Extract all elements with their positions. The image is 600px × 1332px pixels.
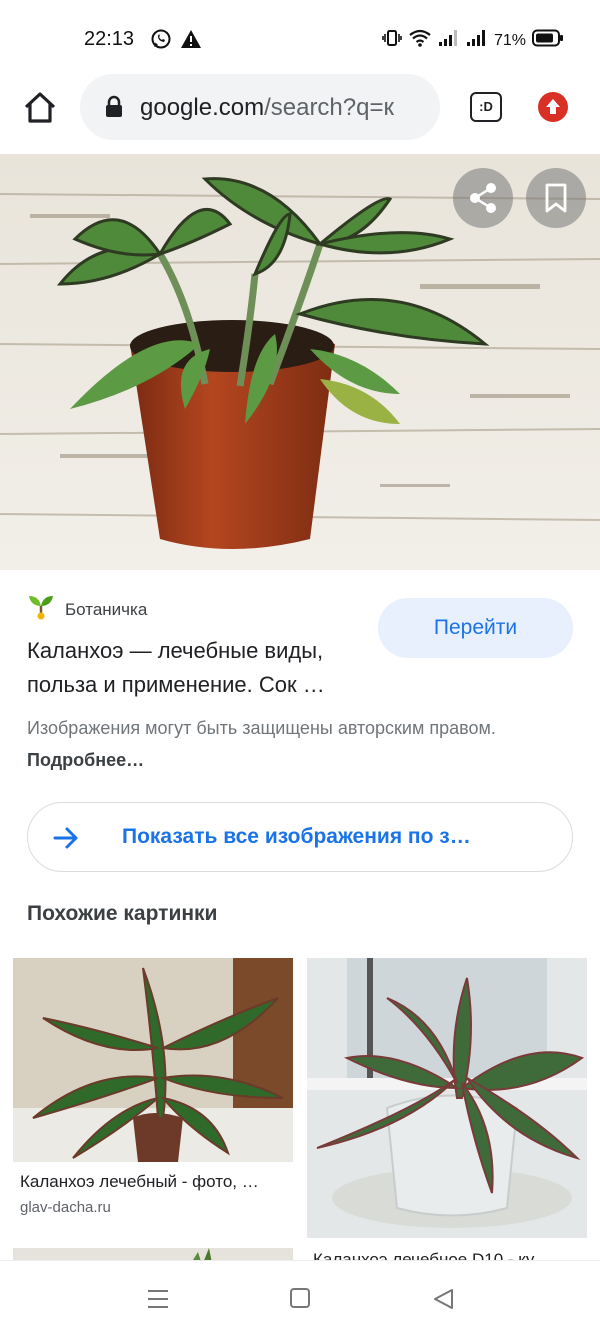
- save-button[interactable]: [526, 168, 586, 228]
- tab-switcher-button[interactable]: :D: [470, 92, 502, 122]
- copyright-text: Изображения могут быть защищены авторски…: [27, 718, 496, 738]
- status-time: 22:13: [84, 28, 135, 50]
- menu-button[interactable]: [146, 1287, 170, 1316]
- update-button[interactable]: [538, 92, 568, 122]
- home-button[interactable]: [20, 88, 60, 128]
- similar-images-heading: Похожие картинки: [27, 902, 218, 925]
- signal-icon: [438, 28, 460, 53]
- home-nav-button[interactable]: [289, 1287, 311, 1314]
- battery-percentage: 71%: [493, 31, 526, 49]
- share-button[interactable]: [453, 168, 513, 228]
- arrow-right-icon: [52, 825, 80, 856]
- show-all-images-button[interactable]: Показать все изображения по з…: [27, 802, 573, 872]
- square-icon: [290, 1288, 310, 1308]
- bookmark-icon: [545, 183, 567, 213]
- signal-icon: [466, 28, 488, 53]
- learn-more-link[interactable]: Подробнее…: [27, 750, 144, 770]
- warning-icon: [180, 28, 202, 55]
- source-row: Ботаничка: [27, 594, 147, 625]
- site-favicon: [27, 594, 55, 625]
- wifi-icon: [408, 28, 432, 53]
- browser-toolbar: google.com/search?q=к :D: [0, 70, 600, 150]
- similar-image-1[interactable]: [13, 958, 293, 1162]
- result-title[interactable]: Каланхоэ — лечебные виды, польза и приме…: [27, 634, 367, 702]
- system-icons: 71%: [382, 28, 564, 53]
- similar-image-2[interactable]: [307, 958, 587, 1238]
- vibrate-icon: [382, 28, 402, 53]
- preview-image[interactable]: [0, 154, 600, 570]
- similar-image-1-domain: glav-dacha.ru: [20, 1199, 111, 1216]
- url-path: /search?q=к: [264, 94, 394, 121]
- home-icon: [24, 92, 56, 123]
- similar-image-1-title[interactable]: Каланхоэ лечебный - фото, …: [20, 1172, 290, 1192]
- status-bar: 22:13 71%: [0, 0, 600, 80]
- arrow-up-icon: [546, 99, 560, 114]
- url-host: google.com: [140, 94, 265, 121]
- source-name: Ботаничка: [65, 599, 148, 619]
- address-bar[interactable]: google.com/search?q=к: [80, 74, 440, 140]
- url-text: google.com/search?q=к: [140, 94, 430, 122]
- share-icon: [470, 183, 496, 213]
- whatsapp-icon: [150, 28, 172, 55]
- visit-button[interactable]: Перейти: [378, 598, 573, 658]
- kalanchoe-thumbnail-1: [13, 958, 293, 1162]
- kalanchoe-thumbnail-2: [307, 958, 587, 1238]
- notification-icons: [150, 28, 202, 55]
- show-all-label: Показать все изображения по з…: [122, 825, 471, 848]
- back-triangle-icon: [434, 1289, 453, 1309]
- battery-icon: [532, 29, 564, 52]
- back-button[interactable]: [432, 1287, 456, 1316]
- menu-icon: [148, 1290, 168, 1308]
- lock-icon: [104, 95, 124, 124]
- copyright-notice: Изображения могут быть защищены авторски…: [27, 712, 567, 776]
- system-navigation-bar: [0, 1260, 600, 1332]
